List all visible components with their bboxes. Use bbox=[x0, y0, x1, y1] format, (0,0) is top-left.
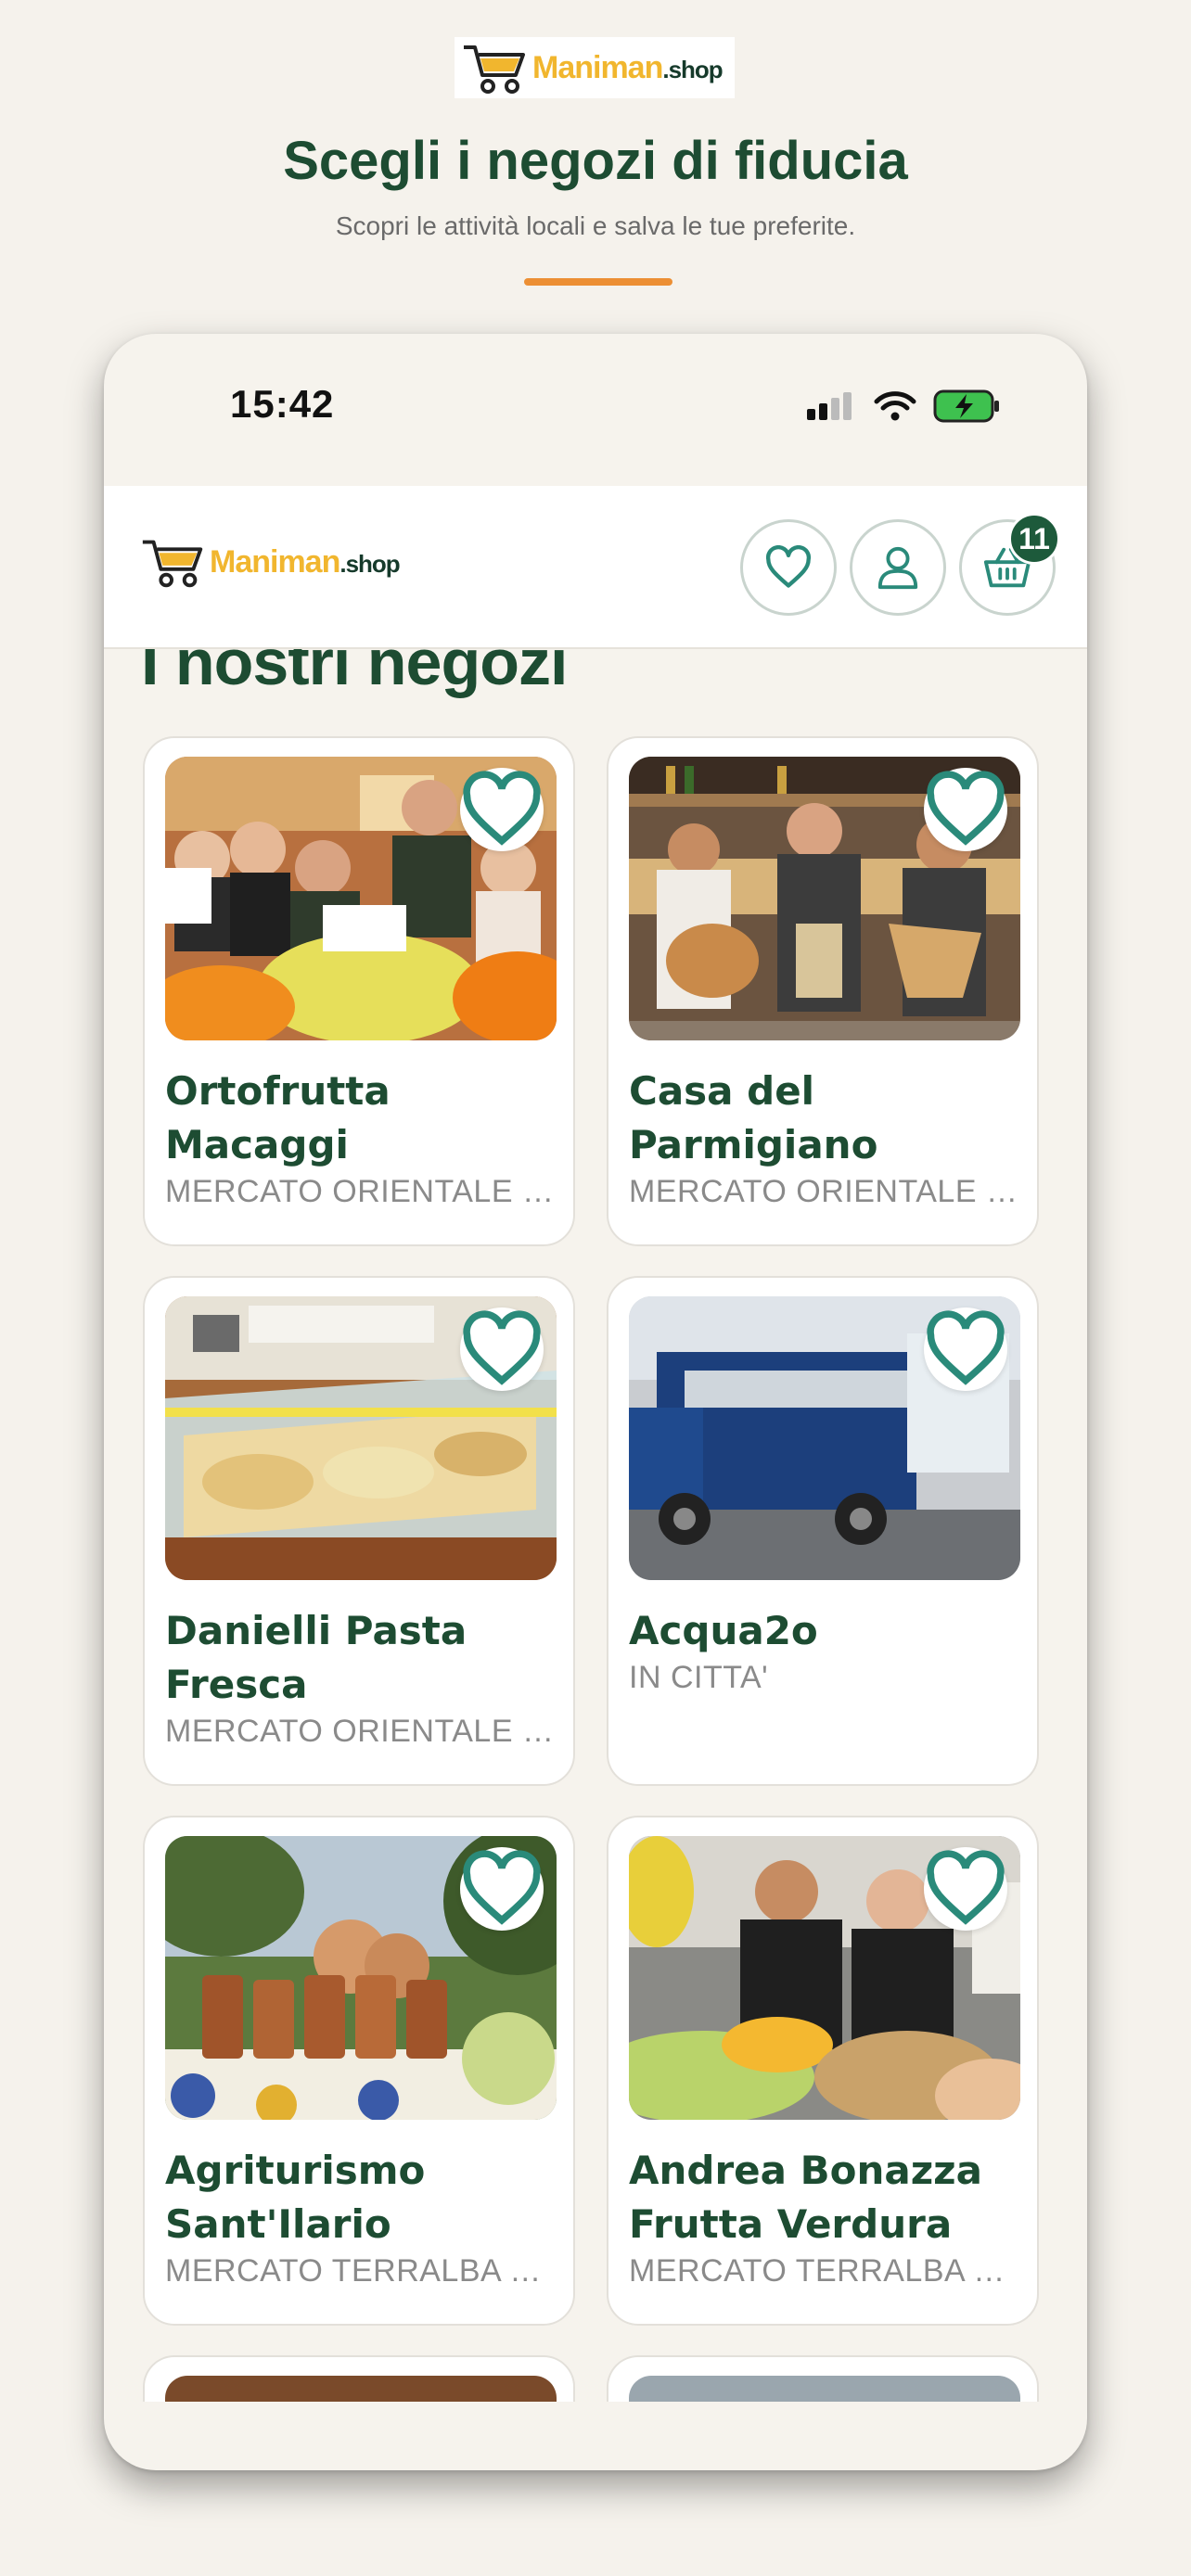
cart-logo-icon bbox=[464, 45, 525, 94]
page-subtitle: Scopri le attività locali e salva le tue… bbox=[335, 211, 856, 240]
shop-card[interactable]: Agriturismo Sant'Ilario MERCATO TERRALBA… bbox=[143, 1816, 575, 2326]
shop-name: Acqua2o bbox=[629, 1608, 818, 1653]
shop-photo bbox=[165, 2376, 557, 2402]
favorite-toggle[interactable] bbox=[460, 768, 544, 851]
heart-icon bbox=[765, 545, 812, 588]
shop-location: MERCATO ORIENTALE GENOVA bbox=[165, 1714, 555, 1749]
shop-name: Danielli Pasta Fresca bbox=[165, 1608, 467, 1707]
account-button[interactable] bbox=[850, 519, 946, 616]
shop-card[interactable]: Casa del Parmigiano MERCATO ORIENTALE GE… bbox=[607, 736, 1039, 1246]
shop-photo bbox=[629, 2376, 1020, 2402]
shop-list: I nostri negozi Ortofrutta Macaggi MERCA… bbox=[104, 649, 1087, 2402]
shop-name: Agriturismo Sant'Ilario bbox=[165, 2148, 426, 2247]
cellular-signal-icon bbox=[807, 392, 852, 420]
heart-icon bbox=[463, 771, 541, 846]
shop-card[interactable] bbox=[607, 2355, 1039, 2402]
cart-logo-icon bbox=[142, 540, 203, 588]
shop-photo bbox=[629, 757, 1020, 1040]
cart-button[interactable]: 11 bbox=[959, 513, 1060, 616]
app-logo[interactable]: Maniman.shop bbox=[137, 532, 401, 592]
shop-location: IN CITTA' bbox=[629, 1660, 769, 1695]
heart-icon bbox=[463, 1850, 541, 1925]
shop-location: MERCATO TERRALBA e altri bbox=[629, 2253, 1018, 2289]
user-icon bbox=[877, 546, 918, 590]
heart-icon bbox=[927, 1310, 1005, 1385]
shop-card[interactable] bbox=[143, 2355, 575, 2402]
battery-charging-icon bbox=[933, 389, 999, 423]
status-bar: 15:42 bbox=[104, 334, 1087, 486]
shop-card[interactable]: Andrea Bonazza Frutta Verdura MERCATO TE… bbox=[607, 1816, 1039, 2326]
shop-photo bbox=[165, 1836, 557, 2120]
heart-icon bbox=[927, 771, 1005, 846]
shop-location: MERCATO ORIENTALE GENOVA bbox=[165, 1174, 555, 1209]
cart-count-badge: 11 bbox=[1008, 513, 1060, 565]
shop-card[interactable]: Ortofrutta Macaggi MERCATO ORIENTALE GEN… bbox=[143, 736, 575, 1246]
app-header: Maniman.shop 11 bbox=[104, 486, 1087, 649]
shop-photo bbox=[629, 1836, 1020, 2120]
shop-card[interactable]: Acqua2o IN CITTA' bbox=[607, 1276, 1039, 1786]
favorites-button[interactable] bbox=[740, 519, 837, 616]
title-divider bbox=[524, 278, 672, 286]
favorite-toggle[interactable] bbox=[460, 1307, 544, 1391]
shop-location: MERCATO ORIENTALE GENOVA bbox=[629, 1174, 1018, 1209]
favorite-toggle[interactable] bbox=[924, 768, 1007, 851]
shop-name: Andrea Bonazza Frutta Verdura bbox=[629, 2148, 982, 2247]
shop-name: Ortofrutta Macaggi bbox=[165, 1068, 391, 1167]
favorite-toggle[interactable] bbox=[924, 1307, 1007, 1391]
favorite-toggle[interactable] bbox=[460, 1847, 544, 1931]
favorite-toggle[interactable] bbox=[924, 1847, 1007, 1931]
section-title: I nostri negozi bbox=[141, 649, 568, 698]
heart-icon bbox=[463, 1310, 541, 1385]
shop-photo bbox=[629, 1296, 1020, 1580]
shop-location: MERCATO TERRALBA e altri bbox=[165, 2253, 555, 2289]
heart-icon bbox=[927, 1850, 1005, 1925]
shop-photo bbox=[165, 1296, 557, 1580]
page-title: Scegli i negozi di fiducia bbox=[283, 131, 908, 191]
brand-logo: Maniman.shop bbox=[455, 37, 735, 98]
shop-card[interactable]: Danielli Pasta Fresca MERCATO ORIENTALE … bbox=[143, 1276, 575, 1786]
shop-name: Casa del Parmigiano bbox=[629, 1068, 878, 1167]
status-time: 15:42 bbox=[230, 382, 335, 426]
shop-photo bbox=[165, 757, 557, 1040]
phone-frame: 15:42 Maniman.shop 11 I nostri negozi Or… bbox=[104, 334, 1087, 2470]
wifi-icon bbox=[874, 391, 916, 421]
